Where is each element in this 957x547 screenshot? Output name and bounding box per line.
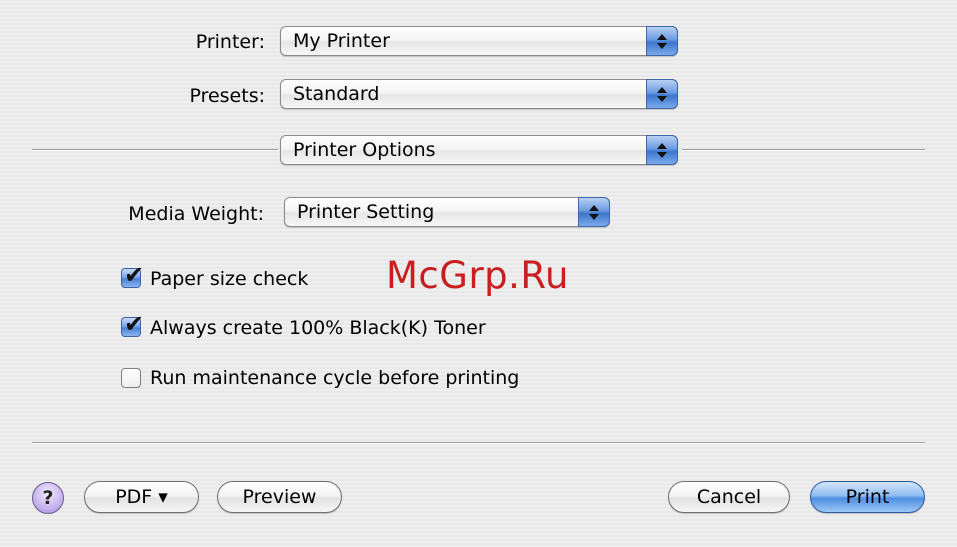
- cancel-button[interactable]: Cancel: [668, 481, 790, 513]
- footer-separator: [32, 442, 925, 444]
- help-button[interactable]: ?: [32, 482, 64, 514]
- watermark: McGrp.Ru: [386, 254, 569, 297]
- media-weight-popup[interactable]: Printer Setting: [284, 197, 610, 227]
- paper-size-check-label: Paper size check: [150, 268, 309, 290]
- black-toner-label: Always create 100% Black(K) Toner: [150, 317, 486, 339]
- preview-button[interactable]: Preview: [217, 481, 342, 513]
- maintenance-cycle-label: Run maintenance cycle before printing: [150, 367, 520, 389]
- pane-separator-right: [682, 149, 925, 151]
- presets-popup-value: Standard: [293, 83, 380, 105]
- pane-popup-value: Printer Options: [293, 139, 436, 161]
- popup-arrows-icon: [646, 79, 678, 109]
- presets-popup[interactable]: Standard: [280, 79, 678, 109]
- presets-label: Presets:: [189, 85, 265, 107]
- checkmark-icon: ✔: [124, 261, 145, 289]
- media-weight-popup-value: Printer Setting: [297, 201, 435, 223]
- popup-arrows-icon: [646, 26, 678, 56]
- checkmark-icon: ✔: [124, 310, 145, 338]
- popup-arrows-icon: [578, 197, 610, 227]
- paper-size-check-checkbox[interactable]: ✔: [121, 262, 144, 288]
- media-weight-label: Media Weight:: [128, 203, 264, 225]
- pane-separator-left: [32, 149, 278, 151]
- popup-arrows-icon: [646, 135, 678, 165]
- pdf-button[interactable]: PDF ▾: [84, 481, 199, 513]
- printer-label: Printer:: [195, 31, 265, 53]
- black-toner-checkbox[interactable]: ✔: [121, 311, 144, 337]
- printer-popup-value: My Printer: [293, 30, 390, 52]
- print-button[interactable]: Print: [810, 481, 925, 513]
- maintenance-cycle-checkbox[interactable]: [121, 368, 141, 388]
- pane-popup[interactable]: Printer Options: [280, 135, 678, 165]
- printer-popup[interactable]: My Printer: [280, 26, 678, 56]
